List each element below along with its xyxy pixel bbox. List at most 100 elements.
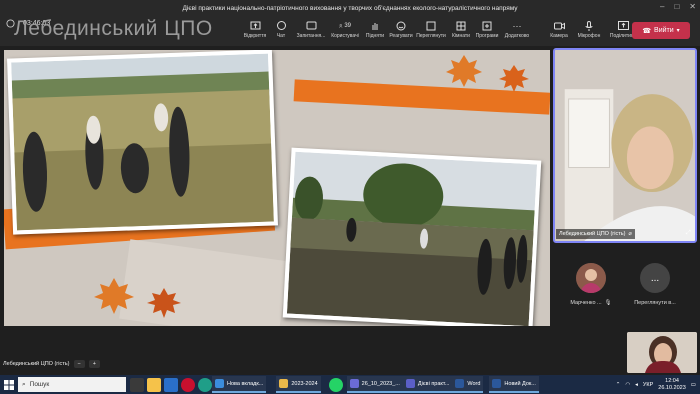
microphone-icon: [583, 20, 595, 31]
microphone-off-icon: ⌀: [628, 231, 632, 237]
react-icon: [395, 20, 407, 31]
windows-icon: [4, 379, 14, 390]
clock[interactable]: 12:04 26.10.2023: [658, 378, 686, 392]
volume-icon[interactable]: ◂: [635, 382, 638, 388]
expand-icon[interactable]: ⤢: [686, 230, 691, 237]
taskbar-app-label: 2023-2024: [291, 380, 318, 387]
word-icon: [492, 379, 502, 388]
camera-button[interactable]: Камера: [546, 20, 572, 39]
video-file-icon: [349, 379, 359, 388]
mic-button[interactable]: Мікрофон: [572, 20, 606, 39]
windows-taskbar: ⌕ Пошук Нова вкладк... 2023-2024 26_10_2…: [0, 375, 700, 394]
view-more-tile[interactable]: ... Переглянути в...: [620, 263, 690, 306]
taskbar-app[interactable]: Дієві практ...: [402, 376, 453, 393]
taskbar-app[interactable]: Нова вкладк...: [212, 376, 267, 393]
taskbar-app-label: 26_10_2023_...: [361, 380, 400, 387]
participant-name: Марченко ...: [570, 300, 602, 306]
zoom-out-button[interactable]: −: [73, 360, 85, 368]
rooms-label: Кімнати: [452, 33, 470, 39]
taskbar-app[interactable]: Новий Док...: [489, 376, 539, 393]
self-video-label: Лебединський ЦПО (гість) ⌀: [556, 229, 635, 239]
rooms-button[interactable]: Кімнати: [448, 20, 474, 39]
more-button[interactable]: ··· Додатково: [500, 20, 534, 40]
notification-icon[interactable]: ▭: [691, 382, 696, 388]
apps-button[interactable]: Програми: [474, 20, 500, 39]
leave-label: Вийти: [654, 27, 674, 34]
self-name: Лебединський ЦПО (гість): [559, 231, 626, 237]
react-label: Реагувати: [389, 33, 413, 39]
whatsapp-icon[interactable]: [328, 377, 343, 392]
self-video[interactable]: [553, 48, 697, 243]
task-view-icon[interactable]: [130, 377, 144, 392]
meeting-watermark: Лебединський ЦПО: [14, 17, 213, 40]
close-button[interactable]: ✕: [689, 2, 696, 11]
participant-tile[interactable]: Марченко ... 🎙: [556, 263, 626, 306]
more-label: Додатково: [504, 33, 530, 39]
network-icon[interactable]: ◠: [625, 382, 630, 388]
view-button[interactable]: Переглянути: [414, 20, 448, 39]
participant-thumbnail[interactable]: [627, 332, 697, 373]
open-icon: [249, 20, 261, 31]
react-button[interactable]: Реагувати: [388, 20, 414, 39]
pinned-apps: [130, 377, 212, 392]
open-label: Відкриття: [243, 33, 267, 39]
minimize-button[interactable]: –: [660, 2, 664, 11]
chevron-down-icon[interactable]: ▾: [677, 27, 680, 34]
edge-icon[interactable]: [198, 377, 212, 392]
taskbar-app[interactable]: Word: [452, 376, 484, 393]
phone-hangup-icon: ☎: [642, 27, 652, 35]
window-controls: – □ ✕: [660, 2, 696, 11]
mic-label: Мікрофон: [577, 33, 601, 39]
teams-icon: [405, 379, 415, 388]
camera-label: Камера: [550, 33, 568, 39]
maximize-button[interactable]: □: [674, 2, 679, 11]
word-icon: [455, 379, 465, 388]
more-icon: ···: [512, 20, 522, 31]
open-button[interactable]: Відкриття: [242, 20, 268, 39]
chrome-icon: [215, 379, 224, 388]
start-button[interactable]: [0, 375, 18, 394]
camera-icon: [553, 20, 565, 31]
qa-icon: [305, 20, 317, 31]
view-icon: [425, 20, 437, 31]
qa-button[interactable]: Запитання...: [294, 20, 328, 39]
media-controls: Камера Мікрофон Поділитися: [546, 20, 640, 39]
zoom-in-button[interactable]: +: [88, 360, 100, 368]
apps-icon: [481, 20, 493, 31]
chat-button[interactable]: Чат: [268, 20, 294, 39]
taskbar-app[interactable]: 26_10_2023_...: [346, 376, 403, 393]
chevron-up-icon[interactable]: ⌃: [616, 382, 621, 388]
folder-icon: [279, 379, 289, 388]
search-icon: ⌕: [22, 380, 26, 388]
leave-button[interactable]: ☎ Вийти ▾: [632, 22, 690, 39]
chat-label: Чат: [276, 33, 286, 39]
activity-photo: [7, 50, 278, 235]
toolbar-actions: Відкриття Чат Запитання... 39 Користувач…: [242, 20, 534, 39]
clock-date: 26.10.2023: [658, 384, 686, 391]
taskbar-app[interactable]: 2023-2024: [276, 376, 321, 393]
microphone-icon: 🎙: [604, 300, 612, 306]
activity-photo: [282, 147, 542, 326]
window-title: Дієві практики національно-патріотичного…: [182, 4, 518, 12]
file-explorer-icon[interactable]: [147, 377, 161, 392]
raise-hand-icon: [369, 20, 381, 31]
chat-icon: [275, 20, 287, 31]
taskbar-app-label: Нова вкладк...: [227, 380, 264, 387]
more-icon: ...: [640, 263, 670, 293]
store-icon[interactable]: [164, 377, 178, 392]
search-placeholder: Пошук: [29, 381, 50, 388]
qa-label: Запитання...: [296, 33, 326, 39]
opera-icon[interactable]: [181, 377, 195, 392]
maple-leaves-decoration: [446, 55, 529, 92]
people-button[interactable]: 39 Користувачі: [328, 20, 362, 40]
maple-leaves-decoration: [94, 278, 181, 318]
people-label: Користувачі: [331, 33, 359, 39]
view-label: Переглянути: [416, 33, 446, 39]
taskbar-search[interactable]: ⌕ Пошук: [18, 377, 126, 392]
input-language[interactable]: УКР: [643, 382, 653, 388]
rooms-icon: [455, 20, 467, 31]
taskbar-app-label: Word: [467, 380, 481, 387]
raise-hand-button[interactable]: Підняти: [362, 20, 388, 39]
window-titlebar: Дієві практики національно-патріотичного…: [0, 0, 700, 16]
view-more-label: Переглянути в...: [634, 300, 676, 306]
